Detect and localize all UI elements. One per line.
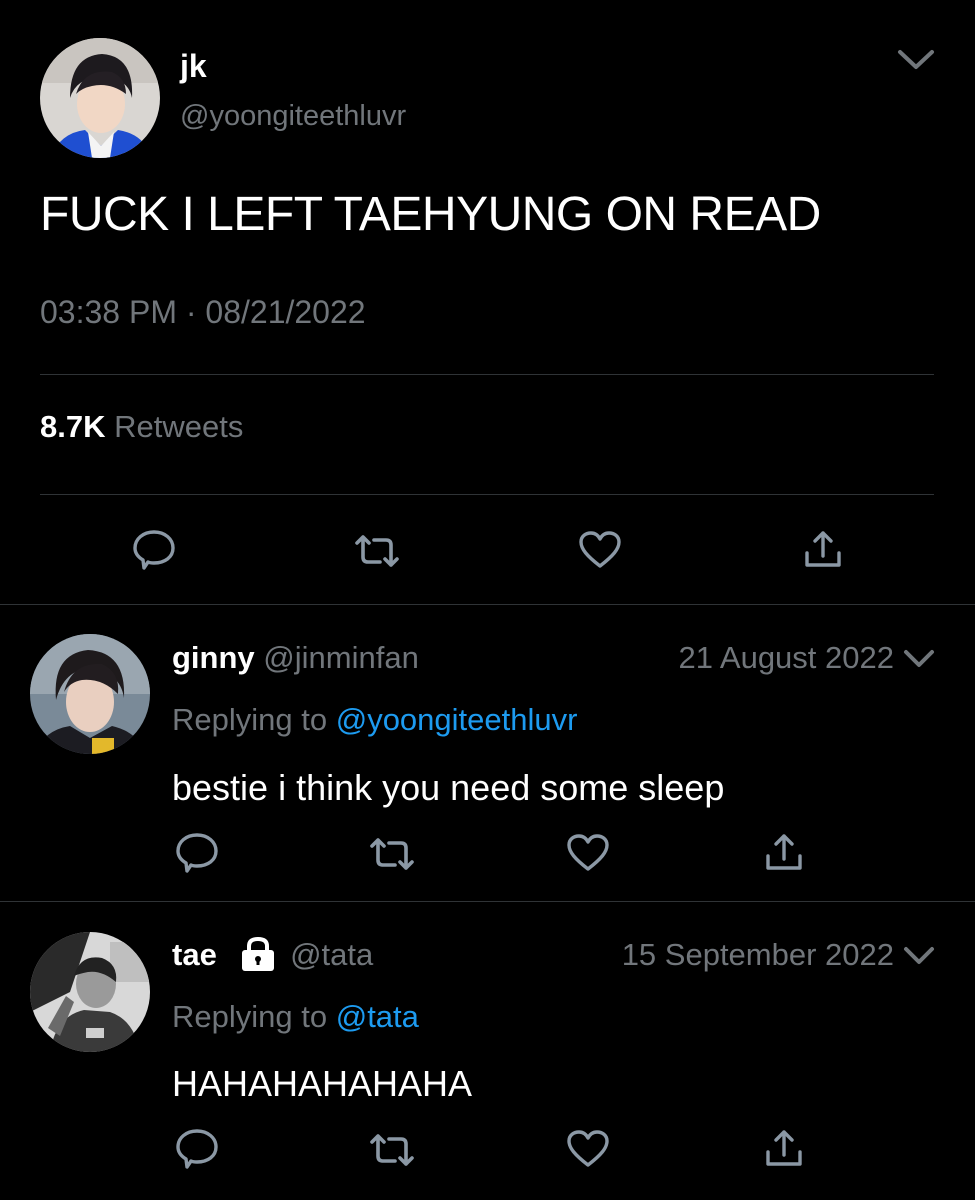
reply-date[interactable]: 15 September 2022 <box>622 935 894 975</box>
display-name[interactable]: ginny <box>172 640 255 675</box>
replying-prefix: Replying to <box>172 999 328 1034</box>
divider <box>0 901 975 902</box>
handle[interactable]: @tata <box>290 937 373 972</box>
replying-to: Replying to @tata <box>172 997 419 1037</box>
replying-prefix: Replying to <box>172 702 328 737</box>
avatar[interactable] <box>30 634 150 754</box>
tweet-timestamp: 03:38 PM · 08/21/2022 <box>40 292 366 332</box>
heart-icon[interactable] <box>565 833 611 873</box>
retweets-count: 8.7K <box>40 409 106 444</box>
retweet-icon[interactable] <box>369 1130 415 1170</box>
retweet-icon[interactable] <box>354 531 400 571</box>
reply-text: HAHAHAHAHAHA <box>172 1063 473 1104</box>
divider <box>40 374 934 375</box>
handle[interactable]: @jinminfan <box>263 640 419 675</box>
tweet-date[interactable]: 08/21/2022 <box>205 294 365 330</box>
reply-icon[interactable] <box>131 529 177 571</box>
retweets-label: Retweets <box>114 409 244 444</box>
retweet-icon[interactable] <box>369 834 415 874</box>
heart-icon[interactable] <box>577 530 623 570</box>
replying-to: Replying to @yoongiteethluvr <box>172 700 577 740</box>
share-icon[interactable] <box>763 832 805 874</box>
divider <box>40 494 934 495</box>
divider <box>0 604 975 605</box>
retweets-stat[interactable]: 8.7K Retweets <box>40 407 243 447</box>
share-icon[interactable] <box>802 529 844 571</box>
display-name[interactable]: tae <box>172 937 217 972</box>
replying-to-link[interactable]: @tata <box>336 999 419 1034</box>
handle[interactable]: @yoongiteethluvr <box>180 98 406 134</box>
share-icon[interactable] <box>763 1128 805 1170</box>
avatar[interactable] <box>40 38 160 158</box>
heart-icon[interactable] <box>565 1129 611 1169</box>
chevron-down-icon[interactable] <box>902 943 936 967</box>
reply-date[interactable]: 21 August 2022 <box>679 638 894 678</box>
lock-icon <box>239 936 277 972</box>
avatar[interactable] <box>30 932 150 1052</box>
replying-to-link[interactable]: @yoongiteethluvr <box>336 702 578 737</box>
chevron-down-icon[interactable] <box>896 44 936 74</box>
reply-header: tae @tata <box>172 935 373 975</box>
display-name[interactable]: jk <box>180 46 207 86</box>
chevron-down-icon[interactable] <box>902 646 936 670</box>
tweet-time[interactable]: 03:38 PM <box>40 294 177 330</box>
timestamp-separator: · <box>185 294 197 330</box>
tweet-text: FUCK I LEFT TAEHYUNG ON READ <box>40 188 821 241</box>
reply-icon[interactable] <box>174 832 220 874</box>
reply-icon[interactable] <box>174 1128 220 1170</box>
reply-text: bestie i think you need some sleep <box>172 767 725 808</box>
reply-header: ginny @jinminfan <box>172 638 419 678</box>
